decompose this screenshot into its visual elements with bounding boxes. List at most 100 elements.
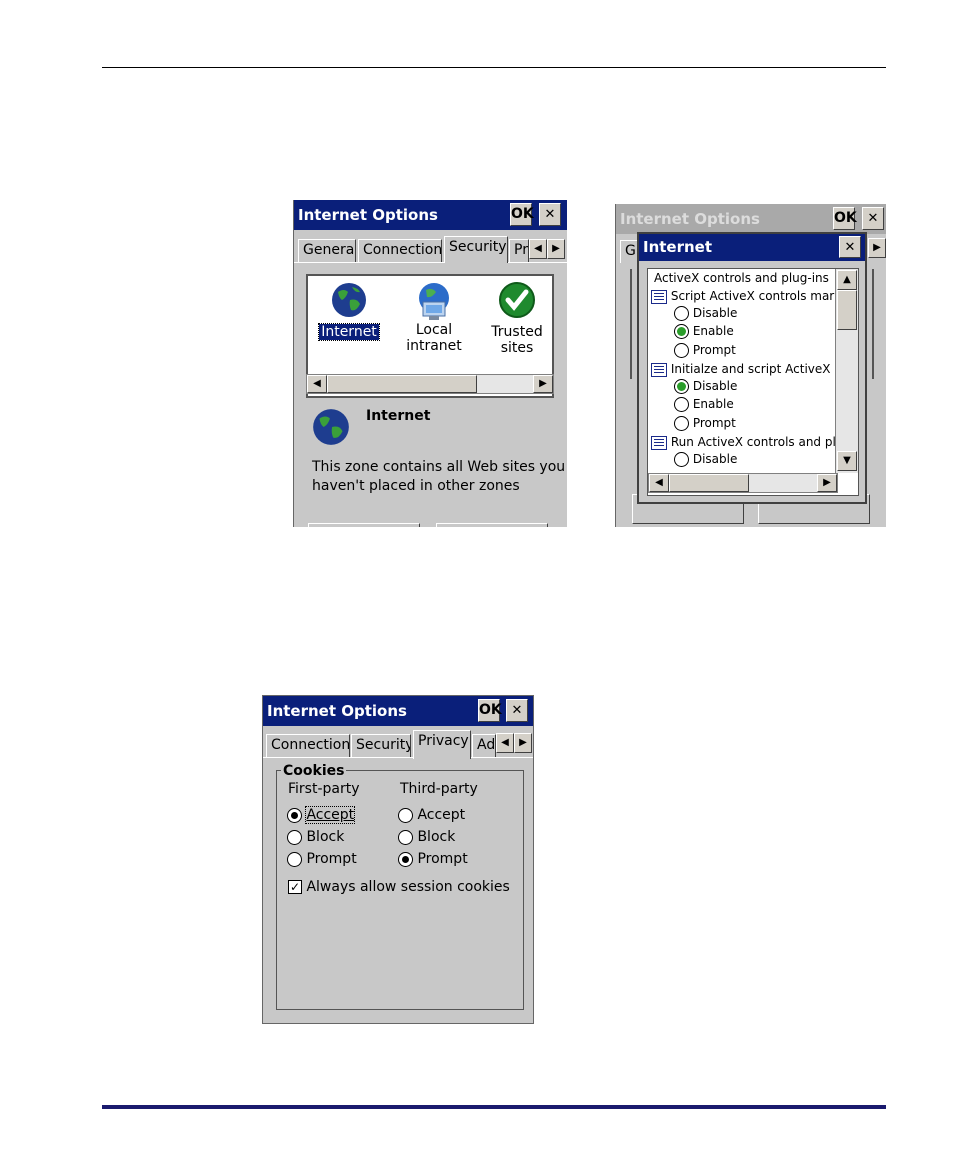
tab-security[interactable]: Security: [351, 734, 411, 757]
background-ok-button[interactable]: OK: [833, 207, 857, 230]
option-label: Enable: [692, 397, 734, 411]
ok-button[interactable]: OK: [510, 203, 534, 226]
third-party-block[interactable]: Block: [398, 829, 455, 845]
radio-enable-2[interactable]: [674, 397, 689, 412]
scroll-vertical-thumb[interactable]: [837, 290, 857, 330]
radio-enable-1[interactable]: [674, 324, 689, 339]
option-label: Prompt: [306, 851, 357, 867]
option-label: Prompt: [692, 343, 736, 357]
dialog-close-button[interactable]: ✕: [839, 236, 861, 258]
option-row[interactable]: Prompt: [674, 343, 736, 358]
zone-horizontal-scrollbar[interactable]: ◀ ▶: [306, 374, 554, 394]
default-level-button[interactable]: [436, 523, 548, 527]
first-party-accept[interactable]: Accept: [287, 806, 356, 824]
option-row[interactable]: Disable: [674, 452, 737, 467]
radio-first-prompt[interactable]: [287, 851, 302, 867]
session-cookies-option[interactable]: ✓ Always allow session cookies: [288, 879, 510, 895]
option-label: Disable: [692, 379, 738, 393]
zone-trusted-label1: Trusted: [491, 324, 543, 340]
screenshot-privacy-tab: Internet Options OK ✕ Connection Securit…: [262, 695, 534, 1024]
scroll-up-icon[interactable]: ▲: [837, 270, 857, 290]
selected-zone-name: Internet: [366, 408, 431, 424]
zone-trusted-sites[interactable]: Trusted sites: [484, 280, 550, 356]
zone-local-intranet[interactable]: Local intranet: [394, 278, 474, 354]
tab-general[interactable]: General: [298, 239, 356, 262]
first-party-block[interactable]: Block: [287, 829, 344, 845]
background-tab-scroll-right[interactable]: ▶: [868, 238, 886, 258]
selected-zone-globe-icon: [313, 409, 349, 445]
option-label: Disable: [692, 452, 738, 466]
settings-horizontal-scrollbar[interactable]: ◀ ▶: [648, 473, 838, 493]
settings-vertical-scrollbar[interactable]: ▲ ▼: [835, 269, 858, 473]
radio-prompt-1[interactable]: [674, 343, 689, 358]
option-row[interactable]: Disable: [674, 306, 737, 321]
option-row[interactable]: Disable: [674, 379, 737, 394]
list-icon: [651, 362, 667, 377]
radio-first-block[interactable]: [287, 829, 302, 845]
close-button[interactable]: ✕: [539, 203, 561, 226]
third-party-label: Third-party: [400, 781, 478, 797]
session-cookies-label: Always allow session cookies: [306, 879, 510, 895]
tab-connection[interactable]: Connection: [266, 734, 350, 757]
check-circle-icon: [499, 282, 535, 318]
third-party-prompt[interactable]: Prompt: [398, 851, 468, 867]
ok-button[interactable]: OK: [478, 699, 502, 722]
zone-internet[interactable]: Internet: [314, 280, 384, 341]
scroll-thumb[interactable]: [669, 474, 749, 492]
radio-disable-1[interactable]: [674, 306, 689, 321]
zone-local-label2: intranet: [406, 338, 462, 354]
tab-advanced[interactable]: Ad: [472, 734, 496, 757]
footer-rule: [102, 1105, 886, 1109]
tab-scroll-left-button[interactable]: ◀: [496, 733, 514, 753]
window-title: Internet Options: [267, 702, 407, 720]
radio-prompt-2[interactable]: [674, 416, 689, 431]
dialog-title: Internet: [643, 238, 713, 256]
radio-first-accept[interactable]: [287, 807, 302, 823]
option-label: Block: [417, 829, 456, 845]
background-close-button[interactable]: ✕: [862, 207, 884, 230]
scroll-thumb[interactable]: [327, 375, 477, 393]
third-party-accept[interactable]: Accept: [398, 807, 465, 823]
window-title: Internet Options: [298, 206, 438, 224]
scroll-left-icon[interactable]: ◀: [307, 375, 327, 393]
settings-header: ActiveX controls and plug-ins: [654, 271, 829, 285]
settings-group-script-activex: Script ActiveX controls marked: [651, 289, 856, 304]
header-rule: [102, 67, 886, 68]
radio-third-prompt[interactable]: [398, 851, 413, 867]
tab-privacy[interactable]: Privacy: [413, 730, 471, 759]
tab-connection[interactable]: Connection: [358, 239, 442, 262]
option-row[interactable]: Prompt: [674, 416, 736, 431]
close-button[interactable]: ✕: [506, 699, 528, 722]
option-label: Prompt: [692, 416, 736, 430]
tab-privacy[interactable]: Pr: [509, 239, 529, 262]
radio-disable-3[interactable]: [674, 452, 689, 467]
scroll-right-icon[interactable]: ▶: [533, 375, 553, 393]
list-icon: [651, 435, 667, 450]
scroll-right-icon[interactable]: ▶: [817, 474, 837, 492]
radio-disable-2[interactable]: [674, 379, 689, 394]
tab-scroll-right-button[interactable]: ▶: [514, 733, 532, 753]
option-label: Block: [306, 829, 345, 845]
screenshot-security-tab: Internet Options OK ✕ General Connection…: [293, 200, 567, 527]
zone-trusted-label2: sites: [500, 340, 534, 356]
tab-security[interactable]: Security: [444, 236, 508, 263]
option-label: Enable: [692, 324, 734, 338]
option-row[interactable]: Enable: [674, 324, 734, 339]
custom-level-button[interactable]: [308, 523, 420, 527]
first-party-prompt[interactable]: Prompt: [287, 851, 357, 867]
dialog-title-bar: Internet: [639, 234, 865, 261]
scroll-down-icon[interactable]: ▼: [837, 451, 857, 471]
radio-third-accept[interactable]: [398, 807, 413, 823]
zone-description-line1: This zone contains all Web sites you: [312, 459, 566, 475]
tab-scroll-right-button[interactable]: ▶: [547, 239, 565, 259]
computer-icon: [419, 283, 449, 320]
radio-third-block[interactable]: [398, 829, 413, 845]
scroll-left-icon[interactable]: ◀: [649, 474, 669, 492]
option-label: Disable: [692, 306, 738, 320]
settings-list[interactable]: ActiveX controls and plug-ins Script Act…: [647, 268, 859, 496]
tab-scroll-left-button[interactable]: ◀: [529, 239, 547, 259]
zone-description-line2: haven't placed in other zones: [312, 478, 520, 494]
session-cookies-checkbox[interactable]: ✓: [288, 880, 302, 894]
zone-internet-label: Internet: [318, 323, 380, 341]
option-row[interactable]: Enable: [674, 397, 734, 412]
